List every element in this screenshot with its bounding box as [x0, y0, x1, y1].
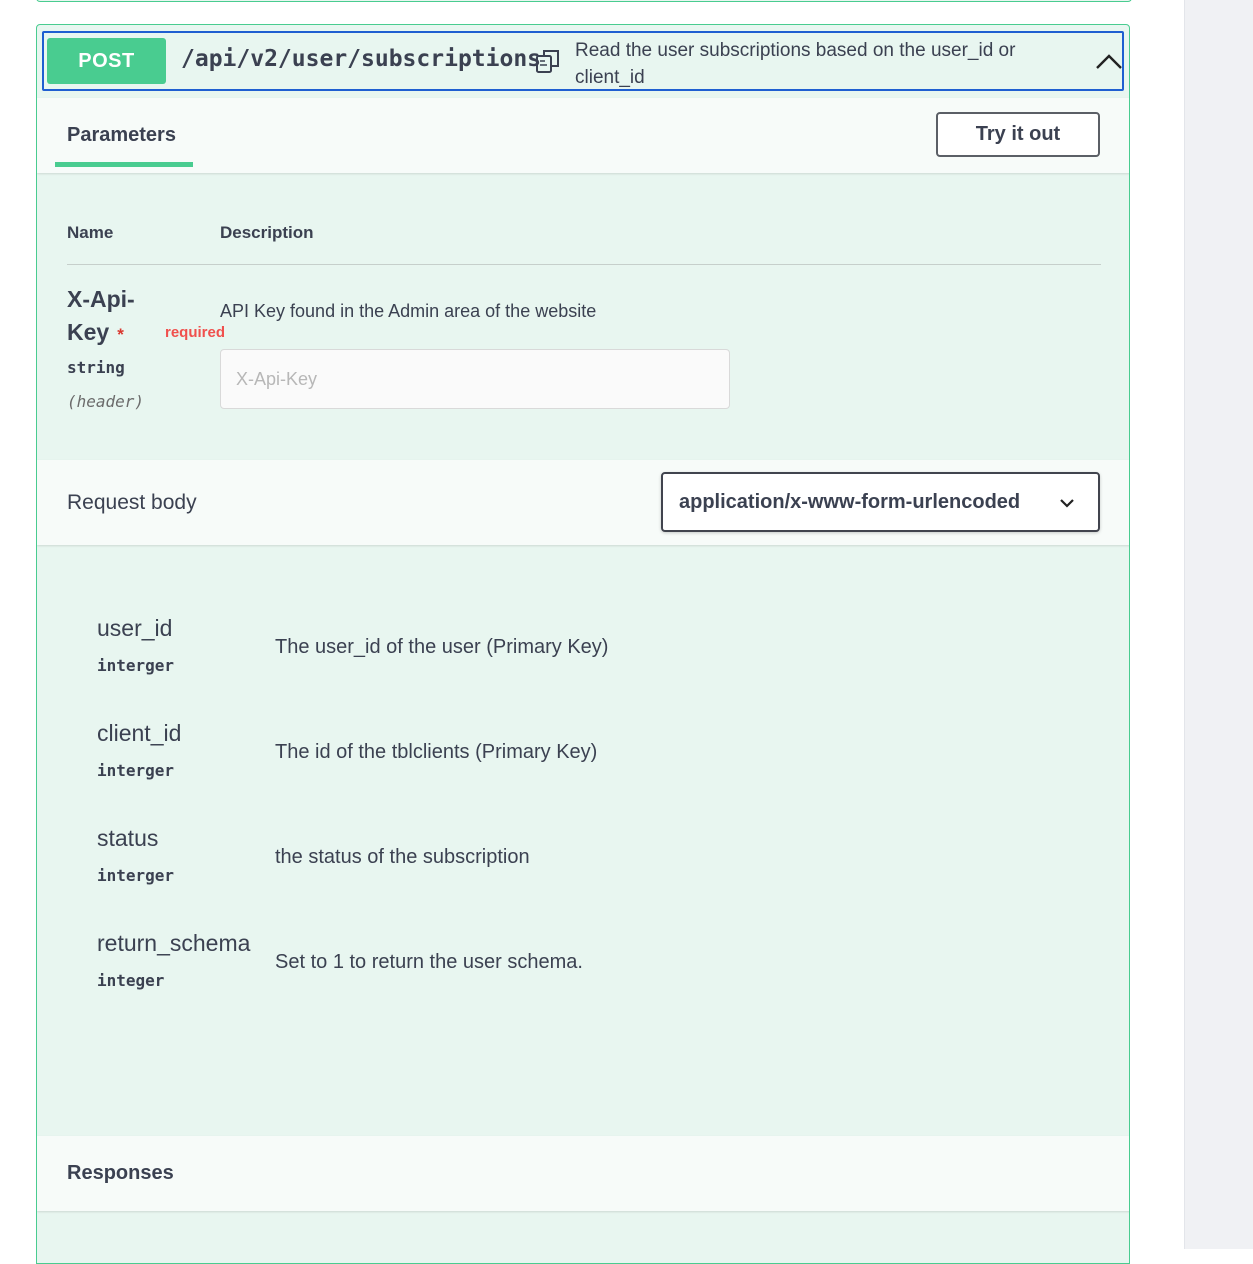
column-header-name: Name [67, 223, 114, 242]
field-name: user_id [97, 615, 173, 641]
content-type-select[interactable]: application/x-www-form-urlencoded [661, 472, 1100, 532]
parameter-type: string [67, 358, 125, 377]
chevron-up-icon[interactable] [1094, 50, 1124, 72]
right-gutter [1184, 0, 1253, 1249]
content-type-value: application/x-www-form-urlencoded [679, 491, 1021, 513]
operation-block-post: POST /api/v2/user/subscriptions Read the… [36, 24, 1130, 1264]
table-divider [67, 264, 1101, 265]
field-return-schema: return_schema integer [97, 930, 250, 990]
field-type: integer [97, 971, 165, 990]
method-badge: POST [47, 38, 166, 84]
field-client-id: client_id interger [97, 720, 181, 780]
copy-icon[interactable] [535, 48, 561, 74]
field-name: client_id [97, 720, 182, 746]
operation-path[interactable]: /api/v2/user/subscriptions [181, 46, 541, 72]
x-api-key-input[interactable] [220, 349, 730, 409]
field-type: interger [97, 866, 175, 885]
field-type: interger [97, 656, 175, 675]
request-body-header: Request body application/x-www-form-urle… [37, 460, 1129, 545]
required-label: required [165, 324, 226, 341]
field-description: Set to 1 to return the user schema. [275, 951, 583, 973]
parameter-name-line2: Key [67, 319, 110, 345]
parameter-location: (header) [67, 392, 145, 411]
previous-operation-block [36, 0, 1132, 2]
field-type: interger [97, 761, 175, 780]
tab-active-indicator [55, 162, 193, 167]
field-description: The id of the tblclients (Primary Key) [275, 741, 598, 763]
parameter-description: API Key found in the Admin area of the w… [220, 301, 597, 321]
operation-description: Read the user subscriptions based on the… [575, 40, 1016, 88]
tab-parameters[interactable]: Parameters [67, 124, 176, 147]
chevron-down-icon [1060, 499, 1074, 508]
field-name: status [97, 825, 159, 851]
parameter-name-line1: X-Api- [67, 286, 135, 312]
responses-header: Responses [37, 1136, 1129, 1211]
responses-label: Responses [67, 1162, 174, 1184]
field-status: status interger [97, 825, 174, 885]
parameters-header: Parameters Try it out [37, 98, 1129, 173]
operation-summary[interactable]: POST /api/v2/user/subscriptions Read the… [42, 31, 1124, 91]
field-description: The user_id of the user (Primary Key) [275, 636, 609, 658]
field-description: the status of the subscription [275, 846, 530, 868]
try-it-out-button[interactable]: Try it out [936, 112, 1100, 157]
field-name: return_schema [97, 930, 251, 956]
required-star: * [117, 325, 124, 344]
field-user-id: user_id interger [97, 615, 174, 675]
request-body-label: Request body [67, 491, 197, 514]
parameter-name: X-Api- Key * required [67, 283, 225, 351]
column-header-description: Description [220, 223, 314, 242]
